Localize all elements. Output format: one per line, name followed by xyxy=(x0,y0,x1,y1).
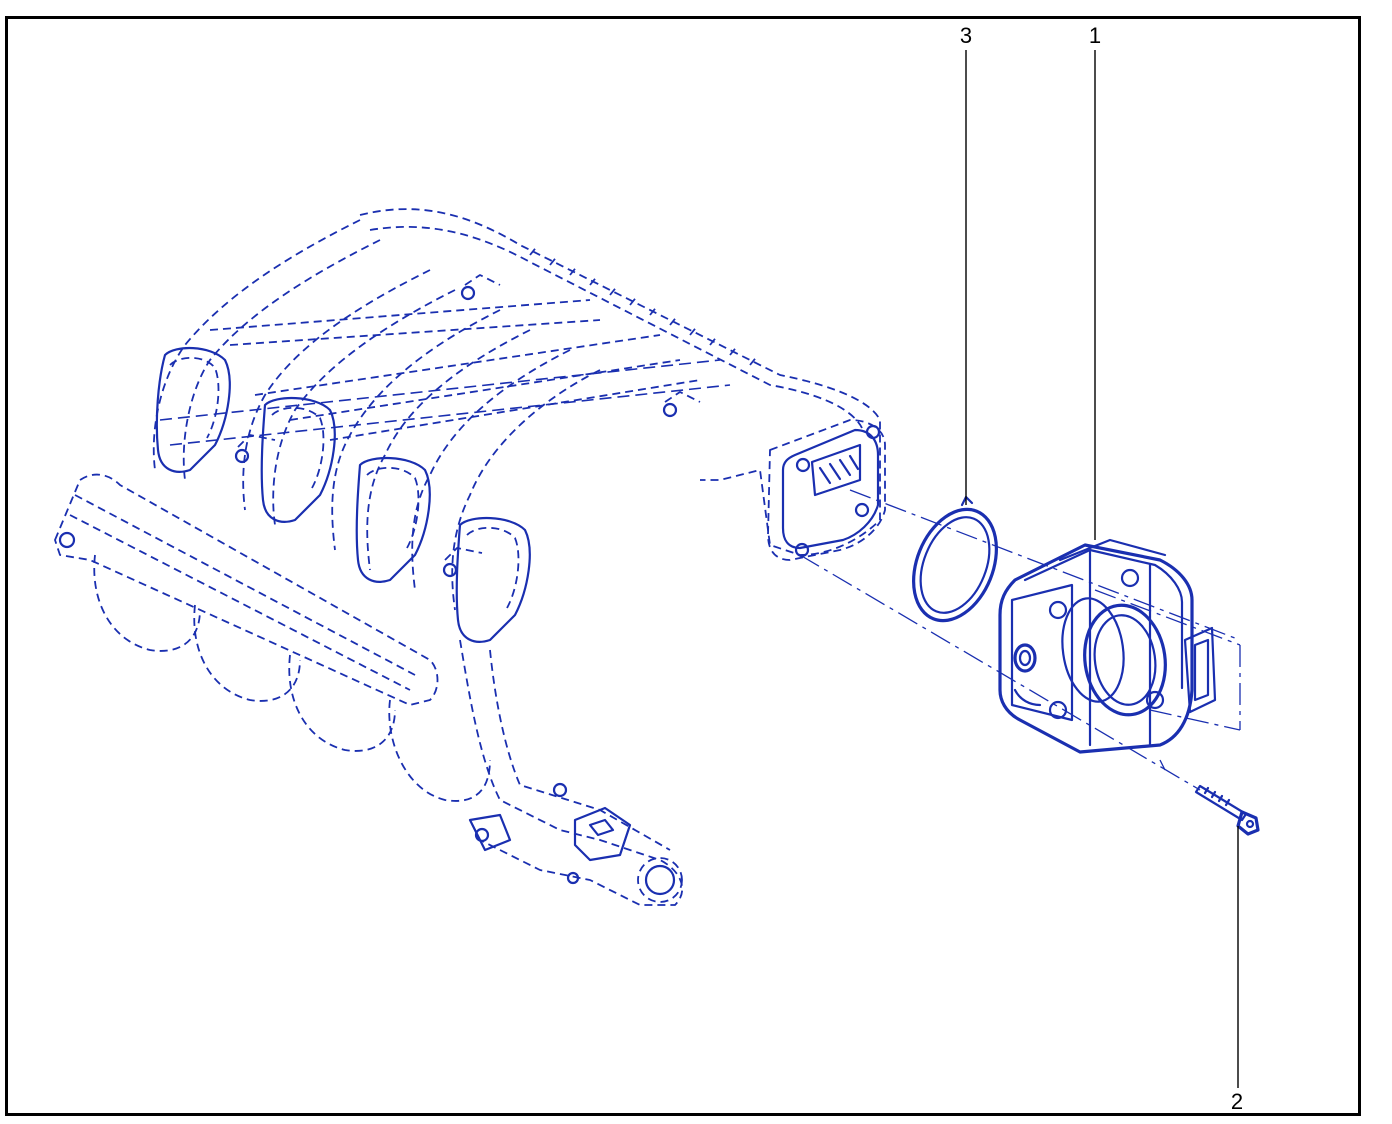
throttle-body xyxy=(998,538,1217,754)
exploded-parts-diagram xyxy=(54,50,1260,1088)
assembly-axis-lines xyxy=(799,489,1241,791)
intake-manifold xyxy=(54,208,886,906)
leader-lines xyxy=(965,50,1239,1088)
callout-3: 3 xyxy=(959,23,973,48)
callout-1: 1 xyxy=(1088,23,1102,48)
throttle-body-bolt xyxy=(1194,784,1260,836)
throttle-body-gasket xyxy=(912,495,998,623)
callout-2: 2 xyxy=(1230,1089,1244,1114)
